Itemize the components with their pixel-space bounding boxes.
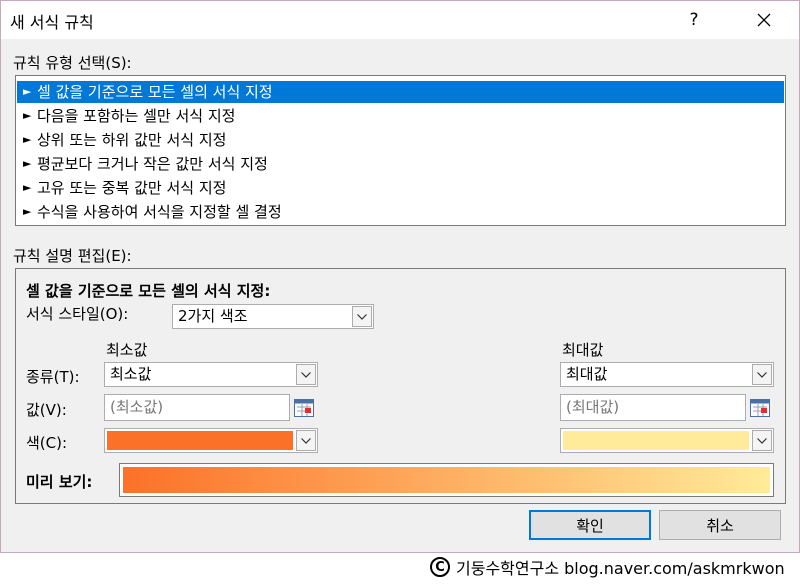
- maximum-range-picker-button[interactable]: [749, 397, 771, 419]
- watermark-credit: C 기둥수학연구소 blog.naver.com/askmrkwon: [430, 555, 785, 579]
- new-formatting-rule-dialog: 새 서식 규칙 ? 규칙 유형 선택(S): ► 셀 값을 기준으로 모든 셀의 …: [0, 0, 800, 553]
- minimum-range-picker-button[interactable]: [293, 397, 315, 419]
- minimum-value-placeholder: (최소값): [110, 398, 164, 416]
- rule-type-item-label: 상위 또는 하위 값만 서식 지정: [37, 131, 227, 149]
- ok-button[interactable]: 확인: [529, 510, 651, 540]
- help-button[interactable]: ?: [671, 1, 717, 39]
- format-style-value: 2가지 색조: [178, 307, 248, 325]
- triangle-right-icon: ►: [23, 85, 32, 98]
- minimum-value-input[interactable]: (최소값): [104, 394, 290, 421]
- rule-description-label: 규칙 설명 편집(E):: [13, 247, 132, 265]
- minimum-header: 최소값: [106, 341, 148, 359]
- rule-type-item-label: 수식을 사용하여 서식을 지정할 셀 결정: [37, 203, 282, 221]
- range-select-icon: [294, 399, 314, 417]
- cancel-button-label: 취소: [706, 516, 734, 535]
- maximum-header: 최대값: [562, 341, 604, 359]
- triangle-right-icon: ►: [23, 181, 32, 194]
- maximum-value-placeholder: (최대값): [566, 398, 620, 416]
- help-icon: ?: [689, 10, 699, 30]
- format-style-label: 서식 스타일(O):: [26, 305, 129, 323]
- color-label: 색(C):: [26, 434, 68, 452]
- chevron-down-icon[interactable]: [752, 364, 772, 385]
- format-style-select[interactable]: 2가지 색조: [172, 304, 374, 329]
- minimum-type-select[interactable]: 최소값: [104, 362, 318, 387]
- copyright-icon: C: [430, 557, 450, 577]
- rule-type-item-label: 평균보다 크거나 작은 값만 서식 지정: [37, 155, 268, 173]
- preview-box: [119, 463, 774, 497]
- triangle-right-icon: ►: [23, 157, 32, 170]
- maximum-type-select[interactable]: 최대값: [560, 362, 774, 387]
- rule-description-panel: 셀 값을 기준으로 모든 셀의 서식 지정: 서식 스타일(O): 2가지 색조…: [15, 268, 786, 504]
- range-select-icon: [750, 399, 770, 417]
- rule-type-label: 규칙 유형 선택(S):: [13, 54, 132, 72]
- maximum-type-value: 최대값: [566, 365, 608, 383]
- minimum-color-select[interactable]: [104, 428, 318, 453]
- triangle-right-icon: ►: [23, 109, 32, 122]
- ok-button-label: 확인: [576, 516, 604, 535]
- dialog-title: 새 서식 규칙: [10, 13, 94, 32]
- rule-type-item-label: 고유 또는 중복 값만 서식 지정: [37, 179, 227, 197]
- maximum-color-select[interactable]: [560, 428, 774, 453]
- maximum-color-swatch: [563, 431, 749, 450]
- rule-type-item-formula[interactable]: ► 수식을 사용하여 서식을 지정할 셀 결정: [17, 201, 784, 223]
- type-label: 종류(T):: [26, 368, 80, 386]
- chevron-down-icon[interactable]: [352, 306, 372, 327]
- maximum-value-input[interactable]: (최대값): [560, 394, 746, 421]
- chevron-down-icon[interactable]: [296, 430, 316, 451]
- rule-type-list[interactable]: ► 셀 값을 기준으로 모든 셀의 서식 지정 ► 다음을 포함하는 셀만 서식 지…: [15, 75, 786, 226]
- preview-label: 미리 보기:: [26, 473, 93, 491]
- chevron-down-icon[interactable]: [296, 364, 316, 385]
- rule-type-item-label: 다음을 포함하는 셀만 서식 지정: [37, 107, 236, 125]
- minimum-color-swatch: [107, 431, 293, 450]
- rule-type-item-top-bottom[interactable]: ► 상위 또는 하위 값만 서식 지정: [17, 129, 784, 151]
- rule-type-item-unique-duplicate[interactable]: ► 고유 또는 중복 값만 서식 지정: [17, 177, 784, 199]
- gradient-preview: [123, 467, 770, 493]
- credit-text: 기둥수학연구소 blog.naver.com/askmrkwon: [456, 559, 785, 578]
- rule-type-item-above-below-average[interactable]: ► 평균보다 크거나 작은 값만 서식 지정: [17, 153, 784, 175]
- chevron-down-icon[interactable]: [752, 430, 772, 451]
- value-label: 값(V):: [26, 401, 67, 419]
- rule-type-item-cell-values[interactable]: ► 셀 값을 기준으로 모든 셀의 서식 지정: [17, 81, 784, 103]
- rule-description-heading: 셀 값을 기준으로 모든 셀의 서식 지정:: [26, 282, 271, 300]
- triangle-right-icon: ►: [23, 133, 32, 146]
- triangle-right-icon: ►: [23, 205, 32, 218]
- close-button[interactable]: [741, 1, 787, 39]
- cancel-button[interactable]: 취소: [659, 510, 781, 540]
- rule-type-item-contains[interactable]: ► 다음을 포함하는 셀만 서식 지정: [17, 105, 784, 127]
- close-icon: [757, 13, 771, 27]
- minimum-type-value: 최소값: [110, 365, 152, 383]
- rule-type-item-label: 셀 값을 기준으로 모든 셀의 서식 지정: [37, 83, 273, 101]
- title-bar: 새 서식 규칙 ?: [1, 1, 799, 39]
